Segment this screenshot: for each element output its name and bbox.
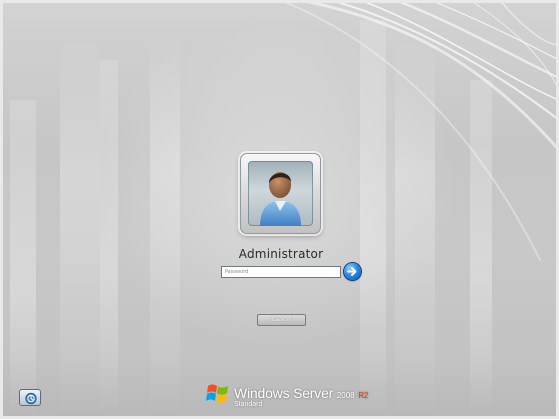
product-name: Windows Server 2008 R2 [234, 385, 368, 401]
arrow-right-icon [347, 267, 357, 276]
product-version: 2008 [336, 391, 355, 400]
submit-button[interactable] [344, 263, 361, 280]
user-avatar-icon [248, 161, 313, 226]
product-release: R2 [358, 391, 369, 400]
product-title: Windows Server [234, 385, 334, 401]
windows-flag-icon [206, 384, 228, 403]
password-field[interactable] [221, 266, 341, 278]
ease-of-access-button[interactable] [19, 389, 41, 406]
user-name-label: Administrator [238, 247, 324, 261]
user-tile[interactable] [240, 153, 321, 234]
product-branding: Windows Server 2008 R2 Standard [206, 383, 368, 413]
product-edition: Standard [234, 401, 263, 408]
cancel-button[interactable]: Cancel [257, 314, 306, 326]
logon-screen: Administrator Cancel Windows Server 2008… [0, 0, 559, 419]
ease-of-access-icon [25, 392, 37, 405]
